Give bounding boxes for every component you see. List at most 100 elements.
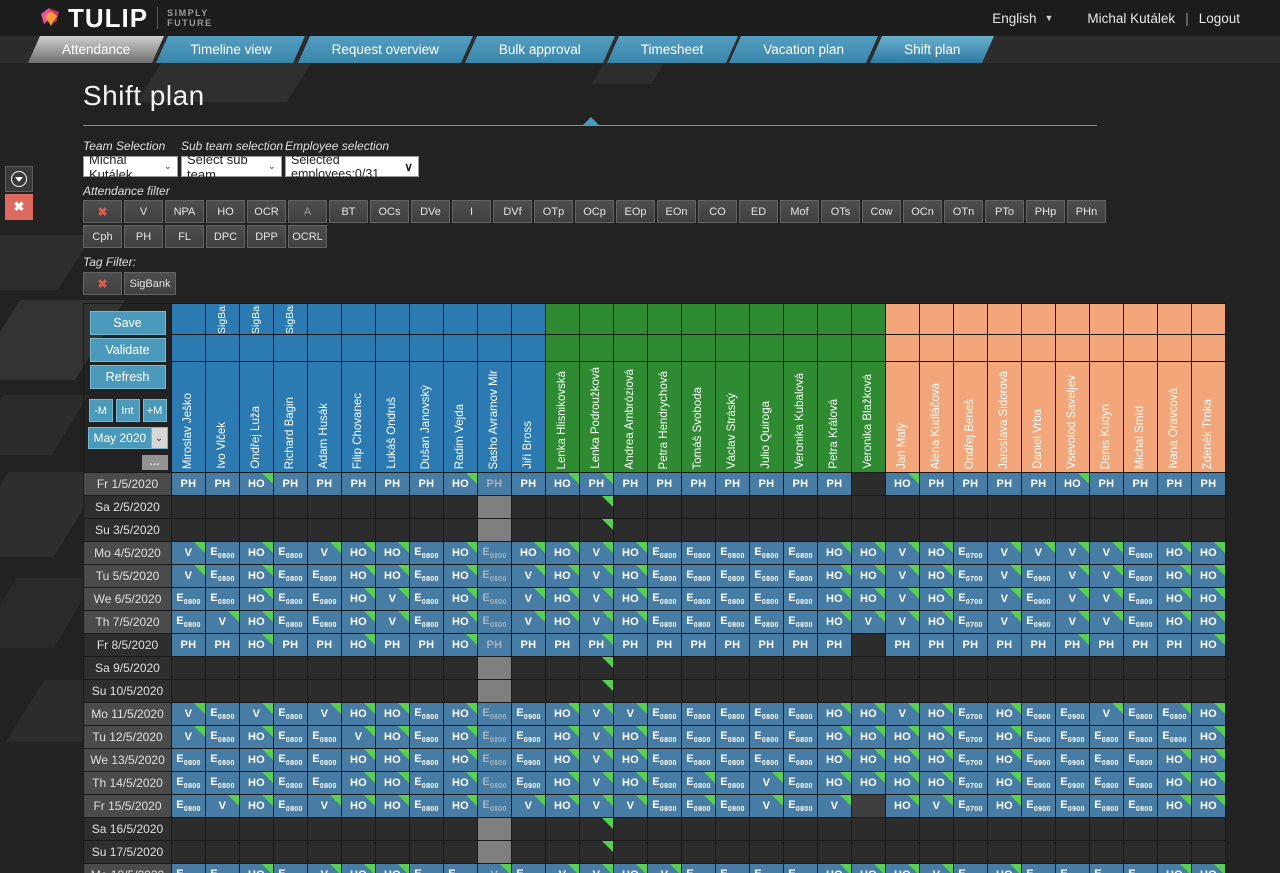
shift-cell[interactable] <box>818 841 852 864</box>
employee-header[interactable]: Alena Kudláčová <box>920 362 954 473</box>
shift-cell[interactable]: HO <box>1192 611 1226 634</box>
shift-cell[interactable] <box>1056 657 1090 680</box>
attendance-filter-ocs[interactable]: OCs <box>370 200 409 223</box>
shift-cell[interactable] <box>274 657 308 680</box>
attendance-filter-a[interactable]: A <box>288 200 327 223</box>
attendance-filter-co[interactable]: CO <box>698 200 737 223</box>
collapse-filters-icon[interactable] <box>583 117 599 125</box>
shift-cell[interactable] <box>1090 519 1124 542</box>
shift-cell[interactable] <box>1192 818 1226 841</box>
shift-cell[interactable]: V <box>648 864 682 873</box>
attendance-filter-otn[interactable]: OTn <box>944 200 983 223</box>
employee-header[interactable]: Václav Stráský <box>716 362 750 473</box>
shift-cell[interactable]: PH <box>1124 473 1158 496</box>
shift-cell[interactable]: E0800 <box>1124 565 1158 588</box>
shift-cell[interactable] <box>376 657 410 680</box>
shift-cell[interactable]: PH <box>750 473 784 496</box>
shift-cell[interactable]: E0800 <box>410 864 444 873</box>
employee-header[interactable]: Lenka Podroužková <box>580 362 614 473</box>
shift-cell[interactable] <box>410 519 444 542</box>
shift-cell[interactable] <box>1022 519 1056 542</box>
shift-cell[interactable] <box>478 680 512 703</box>
attendance-filter-dve[interactable]: DVe <box>411 200 450 223</box>
shift-cell[interactable] <box>818 519 852 542</box>
shift-cell[interactable] <box>852 795 886 818</box>
shift-cell[interactable]: E0800 <box>478 611 512 634</box>
shift-cell[interactable] <box>1192 657 1226 680</box>
shift-cell[interactable] <box>954 841 988 864</box>
shift-cell[interactable]: HO <box>342 588 376 611</box>
shift-cell[interactable] <box>818 657 852 680</box>
shift-cell[interactable]: HO <box>818 772 852 795</box>
shift-cell[interactable]: E0800 <box>682 703 716 726</box>
shift-cell[interactable]: E0800 <box>1124 772 1158 795</box>
shift-cell[interactable]: PH <box>988 634 1022 657</box>
shift-cell[interactable] <box>410 657 444 680</box>
shift-cell[interactable] <box>240 818 274 841</box>
shift-cell[interactable]: PH <box>546 634 580 657</box>
shift-cell[interactable]: PH <box>648 634 682 657</box>
shift-cell[interactable]: HO <box>444 565 478 588</box>
shift-cell[interactable]: E0900 <box>512 703 546 726</box>
shift-cell[interactable] <box>478 519 512 542</box>
shift-cell[interactable]: E0800 <box>784 772 818 795</box>
shift-cell[interactable] <box>172 519 206 542</box>
shift-cell[interactable] <box>512 818 546 841</box>
shift-cell[interactable] <box>580 496 614 519</box>
shift-cell[interactable]: E0800 <box>410 542 444 565</box>
shift-cell[interactable]: PH <box>1056 634 1090 657</box>
shift-cell[interactable] <box>614 657 648 680</box>
employee-header[interactable]: Radim Vejda <box>444 362 478 473</box>
shift-cell[interactable]: E0800 <box>1124 703 1158 726</box>
employee-header[interactable]: Tomáš Svoboda <box>682 362 716 473</box>
shift-cell[interactable] <box>716 496 750 519</box>
shift-cell[interactable]: HO <box>818 726 852 749</box>
shift-cell[interactable] <box>784 657 818 680</box>
shift-cell[interactable] <box>240 496 274 519</box>
employee-header[interactable]: Adam Husák <box>308 362 342 473</box>
shift-cell[interactable]: E0800 <box>172 864 206 873</box>
shift-cell[interactable]: E0800 <box>172 749 206 772</box>
shift-cell[interactable]: V <box>580 565 614 588</box>
attendance-filter-pto[interactable]: PTo <box>985 200 1024 223</box>
shift-cell[interactable]: PH <box>478 473 512 496</box>
shift-cell[interactable]: PH <box>954 473 988 496</box>
shift-cell[interactable] <box>920 818 954 841</box>
shift-cell[interactable] <box>1158 657 1192 680</box>
shift-cell[interactable]: E0800 <box>1124 542 1158 565</box>
shift-cell[interactable] <box>1192 680 1226 703</box>
shift-cell[interactable]: E0800 <box>784 542 818 565</box>
shift-cell[interactable]: E0800 <box>648 749 682 772</box>
employee-header[interactable]: Jiří Bross <box>512 362 546 473</box>
shift-cell[interactable]: E0800 <box>274 565 308 588</box>
shift-cell[interactable] <box>410 818 444 841</box>
shift-cell[interactable]: V <box>580 726 614 749</box>
shift-cell[interactable] <box>886 496 920 519</box>
shift-cell[interactable]: E0800 <box>682 565 716 588</box>
shift-cell[interactable]: V <box>308 864 342 873</box>
shift-cell[interactable]: HO <box>342 864 376 873</box>
shift-cell[interactable]: HO <box>240 864 274 873</box>
shift-cell[interactable]: HO <box>546 473 580 496</box>
shift-cell[interactable]: E0800 <box>682 772 716 795</box>
shift-cell[interactable]: E0800 <box>716 795 750 818</box>
shift-cell[interactable] <box>682 818 716 841</box>
shift-cell[interactable] <box>1090 496 1124 519</box>
shift-cell[interactable]: E0800 <box>410 726 444 749</box>
shift-cell[interactable]: V <box>614 795 648 818</box>
shift-cell[interactable] <box>1158 519 1192 542</box>
shift-cell[interactable]: E0800 <box>648 772 682 795</box>
shift-cell[interactable]: V <box>818 795 852 818</box>
shift-cell[interactable]: HO <box>818 864 852 873</box>
shift-cell[interactable]: E0900 <box>1056 772 1090 795</box>
shift-cell[interactable]: HO <box>376 565 410 588</box>
shift-cell[interactable]: E0900 <box>1022 749 1056 772</box>
shift-cell[interactable] <box>784 496 818 519</box>
shift-cell[interactable] <box>716 818 750 841</box>
shift-cell[interactable]: E0800 <box>682 542 716 565</box>
shift-cell[interactable]: E0700 <box>954 542 988 565</box>
shift-cell[interactable] <box>274 818 308 841</box>
more-options-button[interactable]: ... <box>142 455 168 470</box>
shift-cell[interactable] <box>1124 818 1158 841</box>
shift-cell[interactable]: PH <box>1158 473 1192 496</box>
